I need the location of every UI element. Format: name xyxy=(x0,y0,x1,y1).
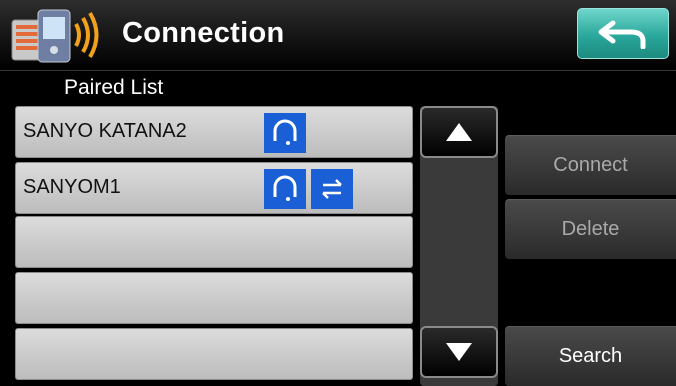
paired-device-row[interactable]: SANYOM1 xyxy=(15,162,413,214)
search-button[interactable]: Search xyxy=(505,326,676,386)
headset-icon xyxy=(264,169,306,209)
triangle-down-icon xyxy=(446,343,472,361)
connect-button[interactable]: Connect xyxy=(505,135,676,195)
triangle-up-icon xyxy=(446,123,472,141)
paired-device-row[interactable] xyxy=(15,272,413,324)
header-bar: Connection xyxy=(0,0,676,71)
back-arrow-icon xyxy=(598,20,646,49)
headset-icon xyxy=(264,113,306,153)
paired-device-row[interactable]: SANYO KATANA2 xyxy=(15,106,413,158)
scroll-down-button[interactable] xyxy=(420,326,498,378)
phone-bluetooth-icon xyxy=(11,9,99,63)
delete-button[interactable]: Delete xyxy=(505,199,676,259)
paired-device-row[interactable] xyxy=(15,328,413,380)
paired-device-row[interactable] xyxy=(15,216,413,268)
device-name: SANYOM1 xyxy=(23,176,121,198)
device-name: SANYO KATANA2 xyxy=(23,120,187,142)
page-title: Connection xyxy=(122,17,285,49)
paired-list-label: Paired List xyxy=(64,76,164,99)
transfer-arrows-icon xyxy=(311,169,353,209)
paired-list: SANYO KATANA2 SANYOM1 xyxy=(0,104,420,386)
back-button[interactable] xyxy=(577,8,669,59)
scroll-up-button[interactable] xyxy=(420,106,498,158)
